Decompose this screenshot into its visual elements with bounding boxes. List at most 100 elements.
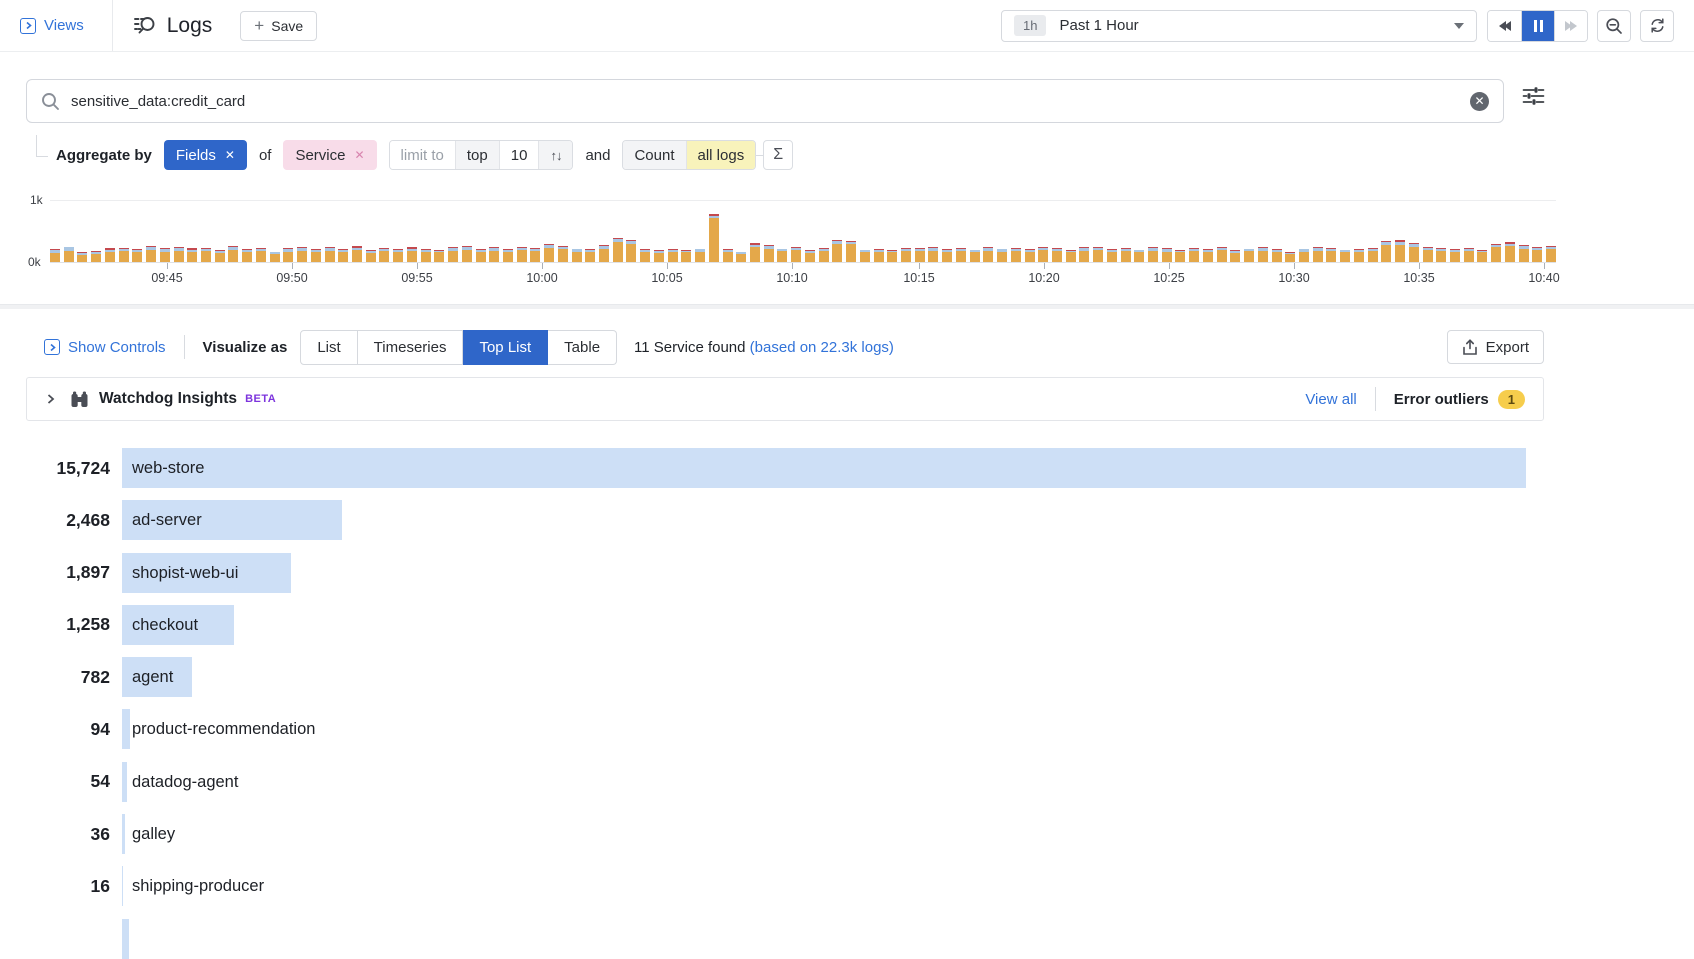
histogram-bar[interactable]	[297, 200, 307, 262]
histogram-bar[interactable]	[956, 200, 966, 262]
histogram-bar[interactable]	[476, 200, 486, 262]
export-button[interactable]: Export	[1447, 330, 1544, 364]
histogram-bar[interactable]	[572, 200, 582, 262]
histogram-bar[interactable]	[599, 200, 609, 262]
histogram-bar[interactable]	[1436, 200, 1446, 262]
histogram-bar[interactable]	[887, 200, 897, 262]
toplist-bar[interactable]	[122, 814, 125, 854]
histogram-bar[interactable]	[311, 200, 321, 262]
histogram-bar[interactable]	[434, 200, 444, 262]
histogram-bar[interactable]	[379, 200, 389, 262]
histogram-bar[interactable]	[352, 200, 362, 262]
histogram-bar[interactable]	[1162, 200, 1172, 262]
toplist-label[interactable]: ad-server	[132, 500, 202, 540]
histogram-bar[interactable]	[846, 200, 856, 262]
histogram-bar[interactable]	[613, 200, 623, 262]
toplist-bar[interactable]	[122, 448, 1526, 488]
toplist-label[interactable]: shipping-producer	[132, 866, 264, 906]
refresh-button[interactable]	[1640, 10, 1674, 42]
group-by-fields-chip[interactable]: Fields ✕	[164, 140, 247, 170]
toplist-bar[interactable]	[122, 762, 127, 802]
histogram-bar[interactable]	[1505, 200, 1515, 262]
histogram-bar[interactable]	[187, 200, 197, 262]
histogram-bar[interactable]	[105, 200, 115, 262]
histogram-bar[interactable]	[764, 200, 774, 262]
histogram-bar[interactable]	[462, 200, 472, 262]
histogram-bar[interactable]	[970, 200, 980, 262]
fast-forward-button[interactable]	[1554, 11, 1587, 41]
histogram-bar[interactable]	[736, 200, 746, 262]
histogram-bar[interactable]	[1464, 200, 1474, 262]
histogram-bar[interactable]	[860, 200, 870, 262]
histogram-bar[interactable]	[489, 200, 499, 262]
histogram-bar[interactable]	[544, 200, 554, 262]
remove-fields-icon[interactable]: ✕	[225, 149, 235, 161]
histogram-bar[interactable]	[585, 200, 595, 262]
histogram-bar[interactable]	[530, 200, 540, 262]
histogram-bar[interactable]	[1189, 200, 1199, 262]
histogram-bar[interactable]	[448, 200, 458, 262]
histogram-bar[interactable]	[119, 200, 129, 262]
histogram-bar[interactable]	[709, 200, 719, 262]
histogram-bar[interactable]	[874, 200, 884, 262]
histogram-bar[interactable]	[1052, 200, 1062, 262]
histogram-bar[interactable]	[1258, 200, 1268, 262]
view-all-link[interactable]: View all	[1305, 391, 1356, 408]
histogram-bar[interactable]	[1025, 200, 1035, 262]
histogram-bar[interactable]	[942, 200, 952, 262]
histogram-bar[interactable]	[256, 200, 266, 262]
histogram-bar[interactable]	[1272, 200, 1282, 262]
views-button[interactable]: Views	[20, 17, 84, 34]
count-measure-button[interactable]: Count	[623, 141, 685, 169]
toplist-label[interactable]: shopist-web-ui	[132, 553, 238, 593]
histogram-bar[interactable]	[1299, 200, 1309, 262]
histogram-bar[interactable]	[1423, 200, 1433, 262]
histogram-bar[interactable]	[1079, 200, 1089, 262]
toplist-bar[interactable]	[122, 866, 123, 906]
add-formula-button[interactable]: Σ	[763, 140, 793, 170]
histogram-bar[interactable]	[1011, 200, 1021, 262]
histogram-bar[interactable]	[366, 200, 376, 262]
histogram-bar[interactable]	[50, 200, 60, 262]
histogram-bar[interactable]	[1066, 200, 1076, 262]
time-range-select[interactable]: 1h Past 1 Hour	[1001, 10, 1477, 42]
histogram-bar[interactable]	[1340, 200, 1350, 262]
histogram-bar[interactable]	[1354, 200, 1364, 262]
histogram-bar[interactable]	[242, 200, 252, 262]
histogram-bar[interactable]	[777, 200, 787, 262]
histogram-bar[interactable]	[723, 200, 733, 262]
histogram-bar[interactable]	[695, 200, 705, 262]
histogram-bar[interactable]	[503, 200, 513, 262]
histogram-bar[interactable]	[132, 200, 142, 262]
histogram-bar[interactable]	[1093, 200, 1103, 262]
histogram-bar[interactable]	[1038, 200, 1048, 262]
histogram-bar[interactable]	[640, 200, 650, 262]
histogram-bar[interactable]	[832, 200, 842, 262]
histogram-bar[interactable]	[1395, 200, 1405, 262]
histogram-bar[interactable]	[791, 200, 801, 262]
histogram-bar[interactable]	[915, 200, 925, 262]
based-on-logs-link[interactable]: (based on 22.3k logs)	[750, 339, 894, 356]
toplist-label[interactable]: checkout	[132, 605, 198, 645]
histogram-bar[interactable]	[1148, 200, 1158, 262]
histogram-bar[interactable]	[1546, 200, 1556, 262]
histogram-bar[interactable]	[819, 200, 829, 262]
rewind-button[interactable]	[1488, 11, 1521, 41]
histogram-bar[interactable]	[338, 200, 348, 262]
histogram-bar[interactable]	[668, 200, 678, 262]
histogram-bar[interactable]	[215, 200, 225, 262]
histogram-bar[interactable]	[1491, 200, 1501, 262]
histogram-bar[interactable]	[1203, 200, 1213, 262]
histogram-bar[interactable]	[928, 200, 938, 262]
expand-watchdog-button[interactable]	[45, 393, 56, 405]
save-button[interactable]: + Save	[240, 11, 317, 41]
histogram-bar[interactable]	[283, 200, 293, 262]
histogram-bar[interactable]	[1326, 200, 1336, 262]
histogram-bar[interactable]	[983, 200, 993, 262]
histogram-bar[interactable]	[270, 200, 280, 262]
histogram-bar[interactable]	[325, 200, 335, 262]
histogram-bar[interactable]	[393, 200, 403, 262]
histogram-bar[interactable]	[1313, 200, 1323, 262]
histogram-bar[interactable]	[517, 200, 527, 262]
search-options-icon[interactable]	[1522, 85, 1545, 106]
